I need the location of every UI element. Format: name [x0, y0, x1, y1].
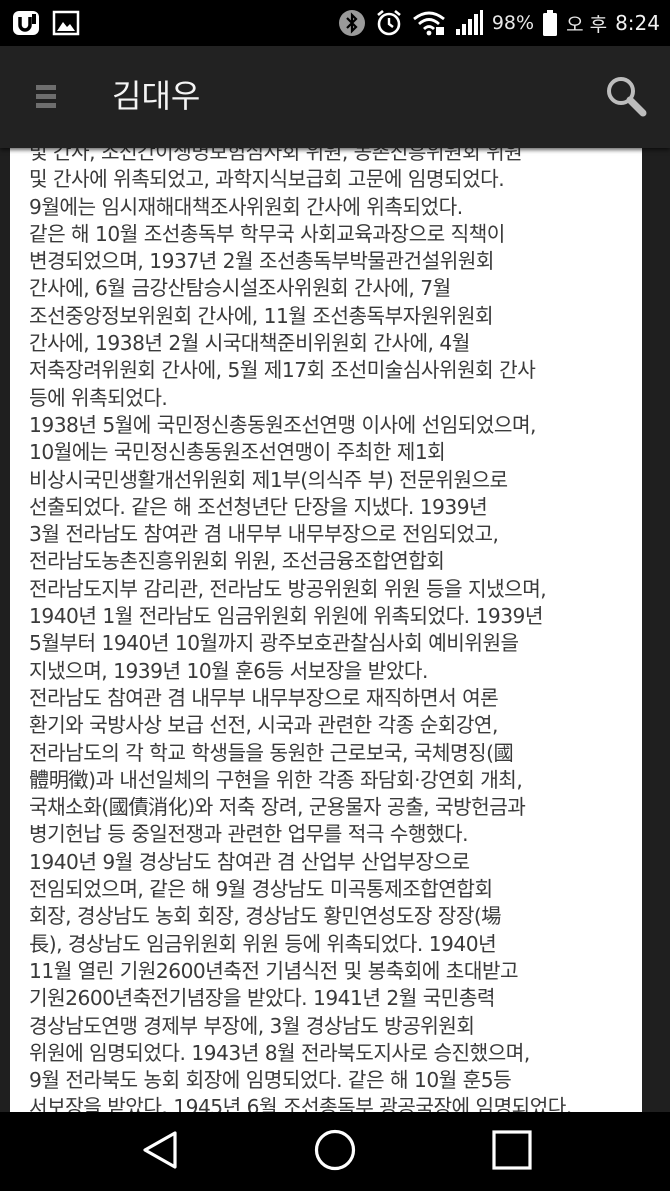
recent-apps-button[interactable]: [488, 1128, 536, 1176]
content-frame: 및 간사, 조선간이생명보험심사회 위원, 농촌진흥위원회 위원및 간사에 위촉…: [0, 148, 670, 1112]
article-line: 및 간사에 위촉되었고, 과학지식보급회 고문에 임명되었다.: [29, 167, 505, 192]
article-line: 지냈으며, 1939년 10월 훈6등 서보장을 받았다.: [29, 658, 428, 683]
article-line: 전임되었으며, 같은 해 9월 경상남도 미곡통제조합연합회: [29, 877, 493, 902]
menu-icon: [35, 82, 57, 114]
status-bar-right: 98% 오 후 8:24: [338, 8, 660, 38]
article-line: 및 간사, 조선간이생명보험심사회 위원, 농촌진흥위원회 위원: [29, 148, 523, 164]
article-line: 11월 열린 기원2600년축전 기념식전 및 봉축회에 초대받고: [29, 958, 519, 983]
alarm-icon: [374, 8, 404, 38]
article-line: 간사에, 1938년 2월 시국대책준비위원회 간사에, 4월: [29, 331, 470, 356]
bluetooth-icon: [338, 9, 366, 37]
article-line: 3월 전라남도 참여관 겸 내무부 내무부장으로 전임되었고,: [29, 522, 499, 547]
back-triangle-icon: [140, 1129, 180, 1175]
article-line: 1940년 9월 경상남도 참여관 겸 산업부 산업부장으로: [29, 849, 470, 874]
article-line: 경상남도연맹 경제부 부장에, 3월 경상남도 방공위원회: [29, 1013, 475, 1038]
screen: 98% 오 후 8:24 김대우 및 간사, 조선간이생명보험심사회 위원, 농…: [0, 0, 670, 1191]
article-line: 서보장을 받았다. 1945년 6월 조선총독부 광공국장에 임명되었다.: [29, 1095, 572, 1112]
article-line: 5월부터 1940년 10월까지 광주보호관찰심사회 예비위원을: [29, 631, 519, 656]
battery-icon: [542, 9, 558, 37]
home-circle-icon: [313, 1128, 357, 1176]
article-line: 위원에 임명되었다. 1943년 8월 전라북도지사로 승진했으며,: [29, 1040, 530, 1065]
article-line: 변경되었으며, 1937년 2월 조선총독부박물관건설위원회: [29, 249, 494, 274]
article-line: 長), 경상남도 임금위원회 위원 등에 위촉되었다. 1940년: [29, 931, 497, 956]
article-line: 1940년 1월 전라남도 임금위원회 위원에 위촉되었다. 1939년: [29, 604, 543, 629]
article-line: 비상시국민생활개선위원회 제1부(의식주 부) 전문위원으로: [29, 467, 508, 492]
article-line: 간사에, 6월 금강산탐승시설조사위원회 간사에, 7월: [29, 276, 451, 301]
clock-time: 8:24: [615, 11, 660, 35]
status-bar-left: [12, 8, 80, 38]
page-title: 김대우: [112, 77, 201, 115]
home-button[interactable]: [311, 1128, 359, 1176]
back-button[interactable]: [136, 1128, 184, 1176]
article-line: 9월에는 임시재해대책조사위원회 간사에 위촉되었다.: [29, 194, 463, 219]
search-button[interactable]: [602, 74, 650, 122]
ampm-label: 오 후: [566, 13, 608, 36]
article-line: 9월 전라북도 농회 회장에 임명되었다. 같은 해 10월 훈5등: [29, 1068, 512, 1093]
article-line: 조선중앙정보위원회 간사에, 11월 조선총독부자원위원회: [29, 303, 494, 328]
article-line: 전라남도 참여관 겸 내무부 내무부장으로 재직하면서 여론: [29, 685, 499, 710]
menu-button[interactable]: [28, 80, 64, 116]
navigation-bar: [0, 1112, 670, 1191]
article-line: 저축장려위원회 간사에, 5월 제17회 조선미술심사위원회 간사: [29, 358, 536, 383]
article-scroll-area[interactable]: 및 간사, 조선간이생명보험심사회 위원, 농촌진흥위원회 위원및 간사에 위촉…: [10, 148, 642, 1112]
article-line: 회장, 경상남도 농회 회장, 경상남도 황민연성도장 장장(場: [29, 904, 502, 929]
article-body: 및 간사, 조선간이생명보험심사회 위원, 농촌진흥위원회 위원및 간사에 위촉…: [29, 148, 642, 1112]
article-line: 등에 위촉되었다.: [29, 385, 168, 410]
article-line: 體明徵)과 내선일체의 구현을 위한 각종 좌담회·강연회 개최,: [29, 767, 523, 792]
article-line: 전라남도농촌진흥위원회 위원, 조선금융조합연합회: [29, 549, 445, 574]
gallery-icon: [52, 9, 80, 37]
article-line: 10월에는 국민정신총동원조선연맹이 주최한 제1회: [29, 440, 446, 465]
article-line: 병기헌납 등 중일전쟁과 관련한 업무를 적극 수행했다.: [29, 822, 469, 847]
search-icon: [604, 74, 648, 122]
article-line: 1938년 5월에 국민정신총동원조선연맹 이사에 선임되었으며,: [29, 412, 536, 437]
battery-percent: 98%: [491, 12, 535, 34]
recent-apps-square-icon: [491, 1129, 533, 1175]
article-line: 기원2600년축전기념장을 받았다. 1941년 2월 국민총력: [29, 986, 496, 1011]
app-toolbar: 김대우: [0, 46, 670, 148]
wifi-icon: [412, 9, 446, 37]
uplus-icon: [12, 9, 42, 37]
article-line: 전라남도지부 감리관, 전라남도 방공위원회 위원 등을 지냈으며,: [29, 576, 547, 601]
signal-icon: [454, 9, 484, 37]
article-line: 환기와 국방사상 보급 선전, 시국과 관련한 각종 순회강연,: [29, 713, 498, 738]
article-line: 국채소화(國債消化)와 저축 장려, 군용물자 공출, 국방헌금과: [29, 795, 526, 820]
article-line: 같은 해 10월 조선총독부 학무국 사회교육과장으로 직책이: [29, 221, 505, 246]
article-line: 선출되었다. 같은 해 조선청년단 단장을 지냈다. 1939년: [29, 494, 488, 519]
article-line: 전라남도의 각 학교 학생들을 동원한 근로보국, 국체명징(國: [29, 740, 514, 765]
status-bar: 98% 오 후 8:24: [0, 0, 670, 46]
